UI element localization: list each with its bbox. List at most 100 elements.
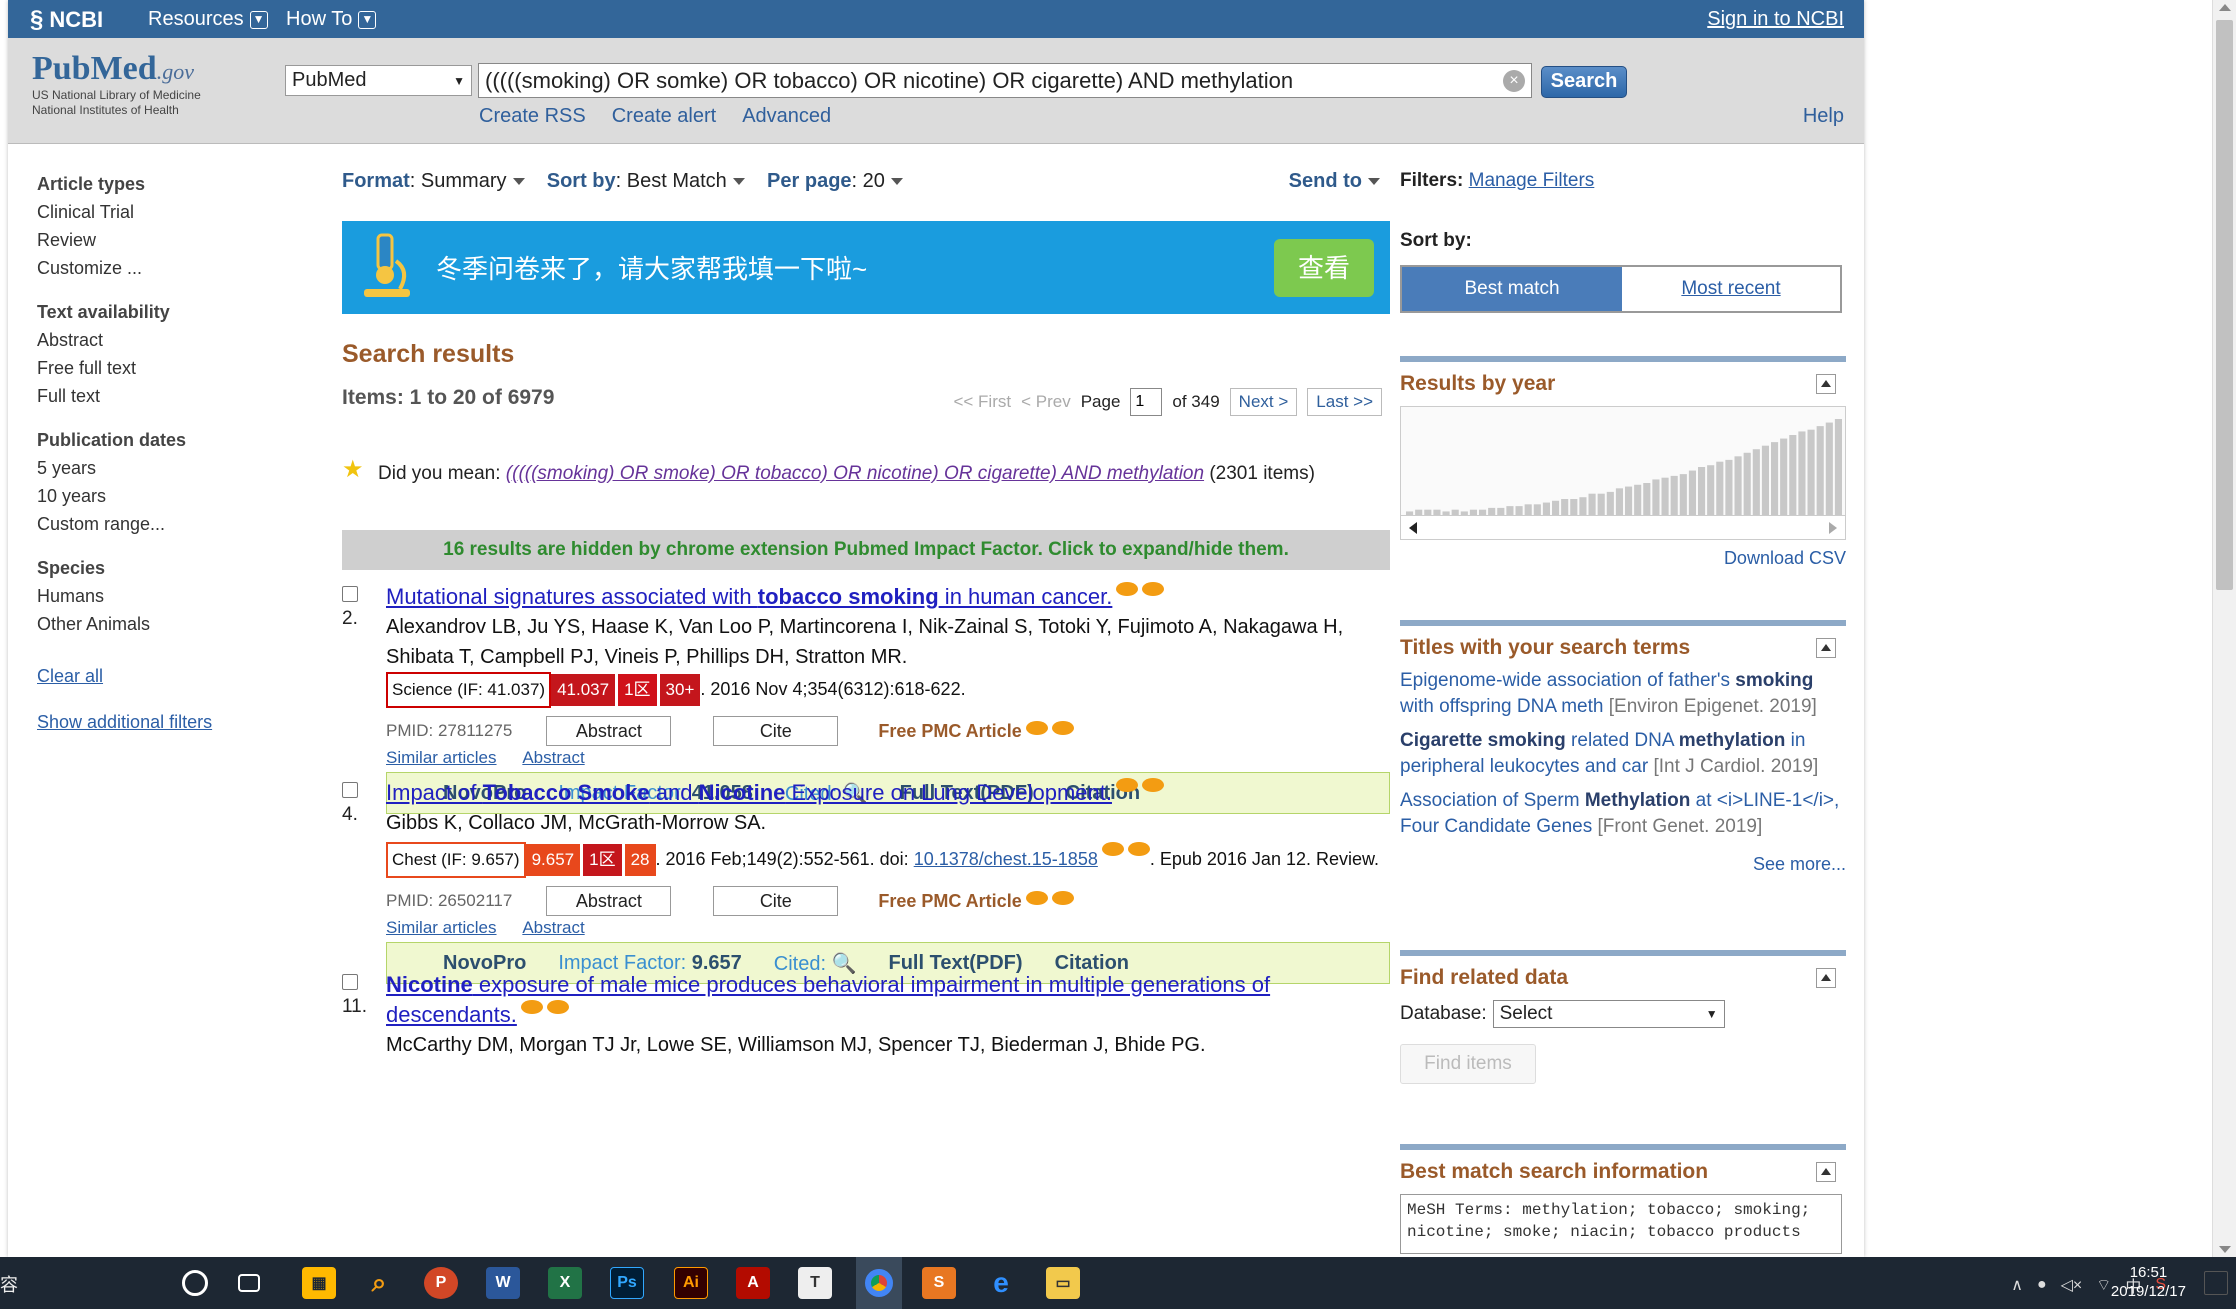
qq-icon[interactable]: ● bbox=[2037, 1276, 2047, 1294]
photoshop-icon[interactable]: Ps bbox=[610, 1267, 644, 1299]
doi-link[interactable]: 10.1378/chest.15-1858 bbox=[914, 849, 1098, 869]
excel-icon[interactable]: X bbox=[548, 1267, 582, 1299]
see-more-link[interactable]: See more... bbox=[1400, 854, 1846, 875]
cortana-search-icon[interactable] bbox=[182, 1270, 208, 1296]
scroll-left-icon[interactable] bbox=[1409, 522, 1417, 534]
year-bar[interactable] bbox=[1643, 483, 1651, 515]
result-checkbox[interactable] bbox=[342, 974, 358, 990]
year-bar[interactable] bbox=[1816, 426, 1824, 515]
year-bar[interactable] bbox=[1579, 497, 1587, 515]
search-app-icon[interactable]: ⌕ bbox=[362, 1267, 396, 1299]
pubmed-logo[interactable]: PubMed.gov US National Library of Medici… bbox=[32, 50, 232, 118]
similar-articles-link[interactable]: Similar articles bbox=[386, 918, 497, 937]
filter-10-years[interactable]: 10 years bbox=[37, 482, 317, 510]
chevron-up-icon[interactable]: ∧ bbox=[2011, 1275, 2023, 1295]
typora-icon[interactable]: T bbox=[798, 1267, 832, 1299]
file-explorer-icon[interactable]: ▭ bbox=[1046, 1267, 1080, 1299]
filter-other-animals[interactable]: Other Animals bbox=[37, 610, 317, 638]
filter-custom-range[interactable]: Custom range... bbox=[37, 510, 317, 538]
year-bar[interactable] bbox=[1597, 493, 1605, 515]
manage-filters-link[interactable]: Manage Filters bbox=[1469, 170, 1595, 191]
year-bar[interactable] bbox=[1807, 429, 1815, 515]
sort-most-recent-button[interactable]: Most recent bbox=[1622, 267, 1840, 311]
year-bar[interactable] bbox=[1634, 484, 1642, 515]
year-bar[interactable] bbox=[1771, 442, 1779, 515]
year-bar[interactable] bbox=[1789, 435, 1797, 515]
year-bar[interactable] bbox=[1451, 509, 1459, 515]
cite-button[interactable]: Cite bbox=[713, 716, 839, 746]
filter-clinical-trial[interactable]: Clinical Trial bbox=[37, 198, 317, 226]
volume-icon[interactable]: ◁× bbox=[2061, 1275, 2083, 1295]
collapse-icon[interactable] bbox=[1816, 638, 1836, 658]
year-bar[interactable] bbox=[1606, 491, 1614, 515]
database-select[interactable]: PubMed ▼ bbox=[285, 65, 472, 96]
result-title-link[interactable]: Mutational signatures associated with to… bbox=[386, 582, 1390, 612]
year-bar[interactable] bbox=[1424, 509, 1432, 515]
year-bar[interactable] bbox=[1588, 493, 1596, 515]
year-bar[interactable] bbox=[1497, 507, 1505, 515]
related-title-link[interactable]: Epigenome-wide association of father's s… bbox=[1400, 668, 1846, 720]
help-link[interactable]: Help bbox=[1803, 105, 1844, 128]
sublime-icon[interactable]: S bbox=[922, 1267, 956, 1299]
year-bar[interactable] bbox=[1625, 486, 1633, 515]
ncbi-logo[interactable]: § NCBI bbox=[30, 6, 103, 34]
year-chart[interactable] bbox=[1400, 406, 1846, 516]
scrollbar-thumb[interactable] bbox=[2216, 20, 2233, 590]
chrome-icon[interactable] bbox=[856, 1257, 902, 1309]
result-checkbox[interactable] bbox=[342, 586, 358, 602]
hidden-results-toggle[interactable]: 16 results are hidden by chrome extensio… bbox=[342, 530, 1390, 570]
year-bar[interactable] bbox=[1433, 509, 1441, 515]
related-title-link[interactable]: Cigarette smoking related DNA methylatio… bbox=[1400, 728, 1846, 780]
abstract-button[interactable]: Abstract bbox=[546, 716, 672, 746]
year-bar[interactable] bbox=[1670, 475, 1678, 515]
year-bar[interactable] bbox=[1542, 502, 1550, 515]
filter-free-full-text[interactable]: Free full text bbox=[37, 354, 317, 382]
abstract-link[interactable]: Abstract bbox=[522, 918, 584, 937]
suggested-query-link[interactable]: (((((smoking) OR smoke) OR tobacco) OR n… bbox=[506, 463, 1204, 484]
filter-humans[interactable]: Humans bbox=[37, 582, 317, 610]
collapse-icon[interactable] bbox=[1816, 1162, 1836, 1182]
show-additional-filters-link[interactable]: Show additional filters bbox=[37, 708, 317, 736]
per-page-menu[interactable]: Per page: 20 bbox=[767, 170, 903, 192]
acrobat-icon[interactable]: A bbox=[736, 1267, 770, 1299]
search-button[interactable]: Search bbox=[1541, 66, 1627, 98]
year-bar[interactable] bbox=[1552, 500, 1560, 515]
related-database-select[interactable]: Select ▼ bbox=[1492, 1000, 1725, 1028]
browser-scrollbar[interactable] bbox=[2212, 0, 2236, 1257]
year-bar[interactable] bbox=[1479, 509, 1487, 515]
year-bar[interactable] bbox=[1460, 511, 1468, 515]
year-bar[interactable] bbox=[1734, 456, 1742, 515]
find-items-button[interactable]: Find items bbox=[1400, 1044, 1536, 1084]
year-bar[interactable] bbox=[1679, 474, 1687, 515]
year-bar[interactable] bbox=[1506, 506, 1514, 515]
create-alert-link[interactable]: Create alert bbox=[612, 105, 717, 128]
year-bar[interactable] bbox=[1652, 479, 1660, 515]
year-bar[interactable] bbox=[1415, 509, 1423, 515]
howto-menu[interactable]: How To ▼ bbox=[286, 8, 377, 31]
filter-abstract[interactable]: Abstract bbox=[37, 326, 317, 354]
related-title-link[interactable]: Association of Sperm Methylation at <i>L… bbox=[1400, 788, 1846, 840]
network-icon[interactable]: ⌔ bbox=[2096, 1275, 2111, 1295]
sort-best-match-button[interactable]: Best match bbox=[1402, 267, 1622, 311]
advanced-link[interactable]: Advanced bbox=[742, 105, 831, 128]
year-bar[interactable] bbox=[1524, 504, 1532, 515]
abstract-button[interactable]: Abstract bbox=[546, 886, 672, 916]
task-view-icon[interactable] bbox=[238, 1274, 260, 1292]
result-title-link[interactable]: Nicotine exposure of male mice produces … bbox=[386, 970, 1390, 1030]
clear-icon[interactable]: × bbox=[1503, 69, 1525, 92]
cite-button[interactable]: Cite bbox=[713, 886, 839, 916]
year-bar[interactable] bbox=[1825, 422, 1833, 515]
send-to-menu[interactable]: Send to bbox=[1289, 170, 1380, 193]
word-icon[interactable]: W bbox=[486, 1267, 520, 1299]
banner-view-button[interactable]: 查看 bbox=[1274, 239, 1374, 297]
collapse-icon[interactable] bbox=[1816, 374, 1836, 394]
year-bar[interactable] bbox=[1488, 507, 1496, 515]
year-bar[interactable] bbox=[1533, 504, 1541, 515]
next-page-button[interactable]: Next > bbox=[1229, 388, 1298, 416]
scroll-up-icon[interactable] bbox=[2219, 4, 2231, 11]
taskbar-clock[interactable]: 16:51 2019/12/17 bbox=[2111, 1263, 2186, 1301]
year-bar[interactable] bbox=[1469, 509, 1477, 515]
year-bar[interactable] bbox=[1743, 452, 1751, 515]
year-bar[interactable] bbox=[1442, 511, 1450, 515]
illustrator-icon[interactable]: Ai bbox=[674, 1267, 708, 1299]
